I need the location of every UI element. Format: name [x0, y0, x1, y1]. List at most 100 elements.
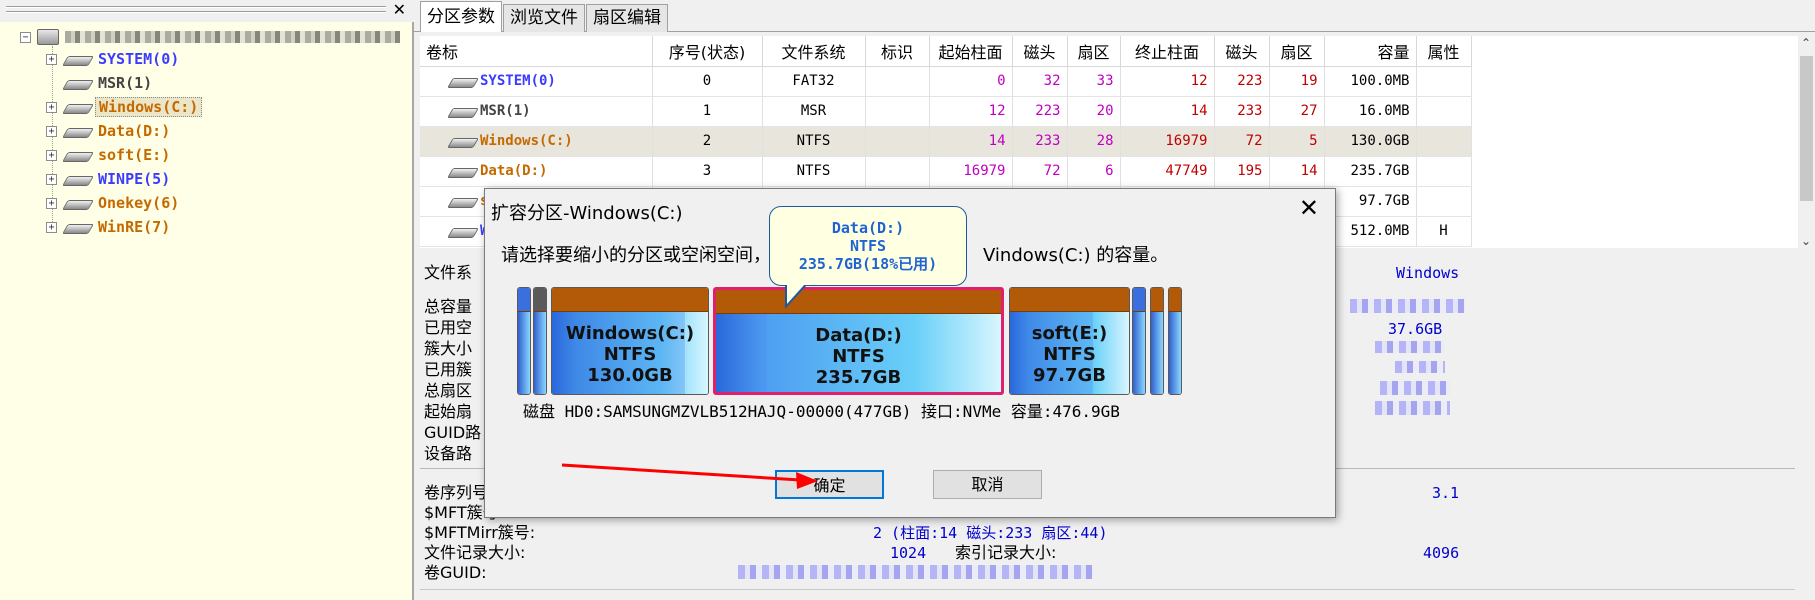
cell-end-cyl: 47749 — [1120, 156, 1215, 187]
table-row[interactable]: Windows(C:) 2 NTFS 14 233 28 16979 72 5 130.0GB — [420, 126, 1472, 157]
tree-item[interactable]: + SYSTEM(0) — [46, 48, 182, 70]
redacted-value — [738, 565, 1093, 579]
partition-icon — [63, 172, 91, 186]
segment-name: soft(E:) — [1031, 323, 1108, 344]
cell-filesystem: NTFS — [762, 126, 866, 157]
segment-body — [518, 312, 530, 394]
cell-start-cyl: 14 — [929, 126, 1013, 157]
ok-button[interactable]: 确定 — [775, 470, 884, 499]
small-partition-segment[interactable] — [1168, 287, 1182, 395]
table-row[interactable]: SYSTEM(0) 0 FAT32 0 32 33 12 223 19 100.0MB — [420, 66, 1472, 97]
tree-item[interactable]: + WINPE(5) — [46, 168, 173, 190]
close-icon[interactable]: ✕ — [393, 1, 406, 19]
expand-icon[interactable]: + — [46, 149, 57, 161]
expand-icon[interactable]: + — [46, 101, 57, 113]
tree-item[interactable]: + Data(D:) — [46, 120, 173, 142]
small-partition-segment[interactable] — [517, 287, 531, 395]
col-end-cyl[interactable]: 终止柱面 — [1120, 36, 1215, 67]
partition-segment[interactable]: soft(E:) NTFS 97.7GB — [1009, 287, 1130, 395]
volume-cell: Windows(C:) — [426, 133, 646, 149]
partition-segment[interactable]: Data(D:) NTFS 235.7GB — [713, 287, 1004, 395]
collapse-icon[interactable]: − — [20, 31, 31, 43]
expand-icon[interactable]: + — [46, 173, 57, 185]
volume-name: MSR(1) — [480, 103, 531, 119]
detail-label-used-clusters: 已用簇 — [424, 360, 473, 379]
tree-header: ✕ — [0, 0, 414, 22]
tab-sector-edit[interactable]: 扇区编辑 — [586, 4, 668, 32]
segment-header — [534, 288, 546, 312]
cell-end-sector: 27 — [1269, 96, 1325, 127]
col-index[interactable]: 序号(状态) — [652, 36, 763, 67]
segment-header — [552, 288, 708, 312]
close-icon[interactable]: ✕ — [1299, 195, 1319, 221]
partition-icon — [63, 220, 91, 234]
partition-icon — [63, 52, 91, 66]
cell-start-head: 233 — [1012, 126, 1068, 157]
col-start-sector[interactable]: 扇区 — [1067, 36, 1121, 67]
col-filesystem[interactable]: 文件系统 — [762, 36, 866, 67]
col-start-head[interactable]: 磁头 — [1012, 36, 1068, 67]
grid-scrollbar[interactable]: ⌃ ⌄ — [1798, 36, 1815, 248]
details-bottom-line — [420, 589, 1795, 590]
tree-item-label[interactable]: soft(E:) — [95, 146, 173, 164]
tree-item[interactable]: + WinRE(7) — [46, 216, 173, 238]
small-partition-segment[interactable] — [1150, 287, 1164, 395]
scroll-down-icon[interactable]: ⌄ — [1801, 234, 1811, 248]
partition-segment[interactable]: Windows(C:) NTFS 130.0GB — [551, 287, 709, 395]
partition-icon — [448, 134, 476, 148]
tab-browse-files[interactable]: 浏览文件 — [503, 4, 585, 32]
volume-cell: MSR(1) — [426, 103, 646, 119]
cell-index: 0 — [652, 66, 763, 97]
table-row[interactable]: Data(D:) 3 NTFS 16979 72 6 47749 195 14 235.7GB — [420, 156, 1472, 187]
col-capacity[interactable]: 容量 — [1324, 36, 1417, 67]
tooltip-tail-fill — [787, 284, 805, 304]
tree-item[interactable]: + Onekey(6) — [46, 192, 182, 214]
tab-partition-params[interactable]: 分区参数 — [420, 1, 502, 32]
table-row[interactable]: MSR(1) 1 MSR 12 223 20 14 233 27 16.0MB — [420, 96, 1472, 127]
small-partition-segment[interactable] — [533, 287, 547, 395]
detail-label-record-size: 文件记录大小: — [424, 543, 526, 562]
col-flag[interactable]: 标识 — [865, 36, 930, 67]
small-partition-segment[interactable] — [1132, 287, 1146, 395]
segment-fs: NTFS — [832, 346, 885, 367]
detail-label-volume-guid: 卷GUID: — [424, 563, 487, 582]
col-end-sector[interactable]: 扇区 — [1269, 36, 1325, 67]
tree-item-label[interactable]: Windows(C:) — [95, 97, 203, 117]
expand-icon[interactable]: + — [46, 125, 57, 137]
expand-icon[interactable]: + — [46, 197, 57, 209]
segment-header — [1151, 288, 1163, 312]
tree-item-label[interactable]: Data(D:) — [95, 122, 173, 140]
segment-body — [1133, 312, 1145, 394]
col-end-head[interactable]: 磁头 — [1214, 36, 1270, 67]
tree-root-disk[interactable]: − — [20, 28, 400, 46]
partition-icon — [448, 194, 476, 208]
cancel-button[interactable]: 取消 — [933, 470, 1042, 499]
col-attribute[interactable]: 属性 — [1416, 36, 1472, 67]
expand-icon[interactable]: + — [46, 221, 57, 233]
tree-item[interactable]: + Windows(C:) — [46, 96, 203, 118]
cell-volume: SYSTEM(0) — [420, 66, 653, 97]
col-start-cyl[interactable]: 起始柱面 — [929, 36, 1013, 67]
cell-flag — [865, 126, 930, 157]
scrollbar-thumb[interactable] — [1800, 56, 1813, 201]
cell-capacity: 16.0MB — [1324, 96, 1417, 127]
volume-cell: Data(D:) — [426, 163, 646, 179]
tree-item-label[interactable]: Onekey(6) — [95, 194, 182, 212]
cell-capacity: 100.0MB — [1324, 66, 1417, 97]
volume-name: Data(D:) — [480, 163, 548, 179]
tree-item[interactable]: MSR(1) — [46, 72, 155, 94]
tree-item-label[interactable]: SYSTEM(0) — [95, 50, 182, 68]
expand-icon[interactable]: + — [46, 53, 57, 65]
cell-filesystem: MSR — [762, 96, 866, 127]
tree-item-label[interactable]: WINPE(5) — [95, 170, 173, 188]
cell-volume: Data(D:) — [420, 156, 653, 187]
col-volume[interactable]: 卷标 — [420, 36, 653, 67]
scroll-up-icon[interactable]: ⌃ — [1801, 36, 1811, 50]
tree-item[interactable]: + soft(E:) — [46, 144, 173, 166]
detail-label-fs: 文件系 — [424, 263, 473, 282]
segment-label: Data(D:) NTFS 235.7GB — [716, 325, 1001, 388]
grip-line — [6, 6, 386, 8]
tree-item-label[interactable]: WinRE(7) — [95, 218, 173, 236]
tree-item-label[interactable]: MSR(1) — [95, 74, 155, 92]
detail-serial-value: 3.1 — [1432, 484, 1460, 502]
